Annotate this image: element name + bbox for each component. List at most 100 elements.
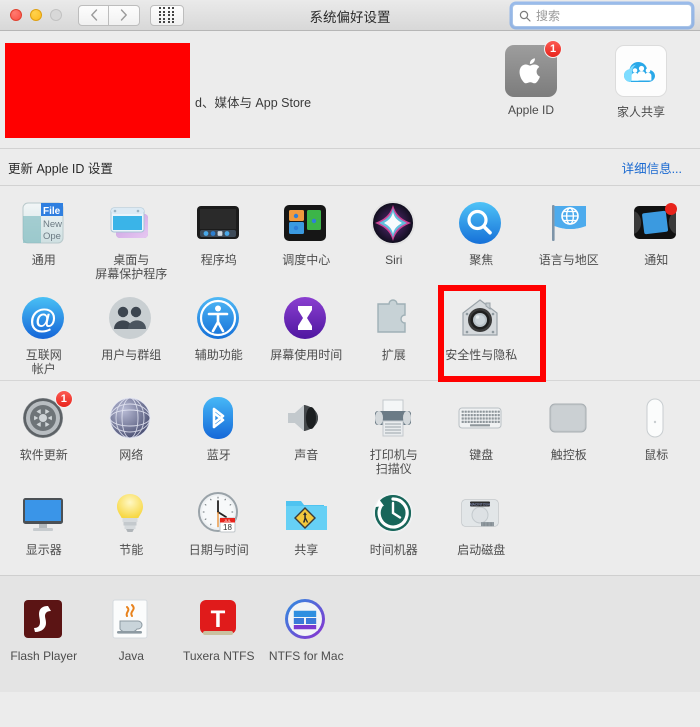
search-field-wrapper[interactable]: 搜索 [512,4,692,27]
pref-pane-label: Java [118,649,144,663]
sharing-icon [282,490,330,538]
back-button[interactable] [78,4,109,26]
third-party-pane: Flash Player Java T Tuxera NTFS NTFS for Mac [0,575,700,692]
dock-icon [195,200,243,248]
pref-pane-extensions[interactable]: 扩展 [350,285,438,380]
apple-id-icon-art: 1 [505,40,562,97]
pref-pane-label: 通知 [644,253,669,267]
pref-pane-label: 扩展 [381,348,406,362]
pref-pane-siri[interactable]: Siri [350,190,438,285]
screen-time-icon-glyph [284,297,327,339]
forward-button[interactable] [109,4,140,26]
notifications-icon [632,200,680,248]
pref-pane-energy-saver[interactable]: 节能 [88,480,176,575]
search-input[interactable]: 搜索 [512,4,692,27]
update-message: 更新 Apple ID 设置 [8,161,113,176]
pref-pane-language-region[interactable]: 语言与地区 [525,190,613,285]
pref-pane-screen-time[interactable]: 屏幕使用时间 [263,285,351,380]
pref-pane-family-sharing[interactable]: 家人共享 [600,45,682,120]
pref-pane-ntfs-for-mac[interactable]: NTFS for Mac [263,588,351,683]
pref-pane-label: 蓝牙 [206,448,231,462]
general-icon-glyph: File NewOpe [22,202,64,244]
window-titlebar: 系统偏好设置 搜索 [0,0,700,31]
pref-pane-internet-accounts[interactable]: @ 互联网 帐户 [0,285,88,380]
date-time-icon-glyph: JUL18 [197,492,238,533]
time-machine-icon [370,490,418,538]
pref-pane-label: 键盘 [469,448,494,462]
pref-pane-displays[interactable]: 显示器 [0,480,88,575]
tuxera-ntfs-icon-glyph: T [199,600,236,635]
details-link[interactable]: 详细信息... [622,158,682,177]
spotlight-icon [457,200,505,248]
pref-pane-general[interactable]: File New Ope 通用 [0,190,88,285]
energy-saver-icon-glyph [117,494,144,532]
pref-pane-spotlight[interactable]: 聚焦 [438,190,526,285]
pref-pane-label: 节能 [119,543,144,557]
mission-control-icon-glyph [284,205,327,241]
accessibility-icon [195,295,243,343]
ntfs-for-mac-icon-glyph [285,599,326,639]
pref-pane-sound[interactable]: 声音 [263,385,351,480]
pref-pane-label: 日期与时间 [188,543,249,557]
search-icon [519,10,531,22]
pref-pane-dock[interactable]: 程序坞 [175,190,263,285]
desktop-screensaver-icon [107,200,155,248]
startup-disk-icon-glyph: MACINTOSH [461,499,499,527]
pref-pane-label: 语言与地区 [538,253,599,267]
pref-pane-printers-scanners[interactable]: 打印机与 扫描仪 [350,385,438,480]
pref-pane-label: 互联网 帐户 [25,348,62,376]
pref-pane-label: 桌面与 屏幕保护程序 [95,253,168,281]
pref-pane-trackpad[interactable]: 触控板 [525,385,613,480]
hardware-preferences-grid: 1 软件更新 网络 蓝牙 声音 打印机与 扫描仪 键盘 触控板 鼠标显示器 节能 JUL 18 日期与时间… [0,381,700,575]
siri-icon [370,200,418,248]
pref-pane-users-groups[interactable]: 用户与群组 [88,285,176,380]
users-groups-icon [107,295,155,343]
pref-pane-label: 辅助功能 [194,348,243,362]
pref-pane-accessibility[interactable]: 辅助功能 [175,285,263,380]
mission-control-icon [282,200,330,248]
traffic-light-group [10,9,62,21]
minimize-button[interactable] [30,9,42,21]
pref-pane-bluetooth[interactable]: 蓝牙 [175,385,263,480]
grid-dots-icon [158,7,176,23]
startup-disk-icon: MACINTOSH [457,490,505,538]
chevron-left-icon [90,9,97,21]
pref-pane-notifications[interactable]: 通知 [613,190,700,285]
family-cloud-glyph [624,62,655,82]
svg-text:@: @ [29,303,56,334]
language-region-icon-glyph [551,205,586,241]
navigation-button-group [78,4,140,26]
pref-pane-keyboard[interactable]: 键盘 [438,385,526,480]
trackpad-icon [545,395,593,443]
pref-pane-flash-player[interactable]: Flash Player [0,588,88,683]
pref-pane-mouse[interactable]: 鼠标 [613,385,700,480]
keyboard-icon [457,395,505,443]
pref-pane-security-privacy[interactable]: 安全性与隐私 [437,285,545,382]
svg-text:T: T [210,606,225,633]
pref-pane-tuxera-ntfs[interactable]: T Tuxera NTFS [175,588,263,683]
close-button[interactable] [10,9,22,21]
pref-pane-time-machine[interactable]: 时间机器 [350,480,438,575]
show-all-button[interactable] [150,4,184,26]
pref-pane-date-time[interactable]: JUL 18 日期与时间 [175,480,263,575]
pref-pane-software-update[interactable]: 1 软件更新 [0,385,88,480]
date-time-icon: JUL 18 [195,490,243,538]
pref-pane-label: 屏幕使用时间 [270,348,343,362]
pref-pane-label: 安全性与隐私 [445,348,518,362]
pref-pane-startup-disk[interactable]: MACINTOSH 启动磁盘 [438,480,526,575]
pref-pane-java[interactable]: Java [88,588,176,683]
pref-pane-network[interactable]: 网络 [88,385,176,480]
java-icon [107,596,155,644]
pref-pane-label: 通用 [31,253,56,267]
sharing-icon-glyph [286,501,328,530]
keyboard-icon-glyph [458,407,502,429]
java-icon-glyph [112,599,148,639]
printers-scanners-icon [370,395,418,443]
pref-pane-apple-id[interactable]: 1 Apple ID [490,40,572,120]
svg-text:New: New [43,219,62,230]
internet-accounts-icon: @ [20,295,68,343]
pref-pane-sharing[interactable]: 共享 [263,480,351,575]
pref-pane-desktop-screensaver[interactable]: 桌面与 屏幕保护程序 [88,190,176,285]
energy-saver-icon [107,490,155,538]
pref-pane-mission-control[interactable]: 调度中心 [263,190,351,285]
